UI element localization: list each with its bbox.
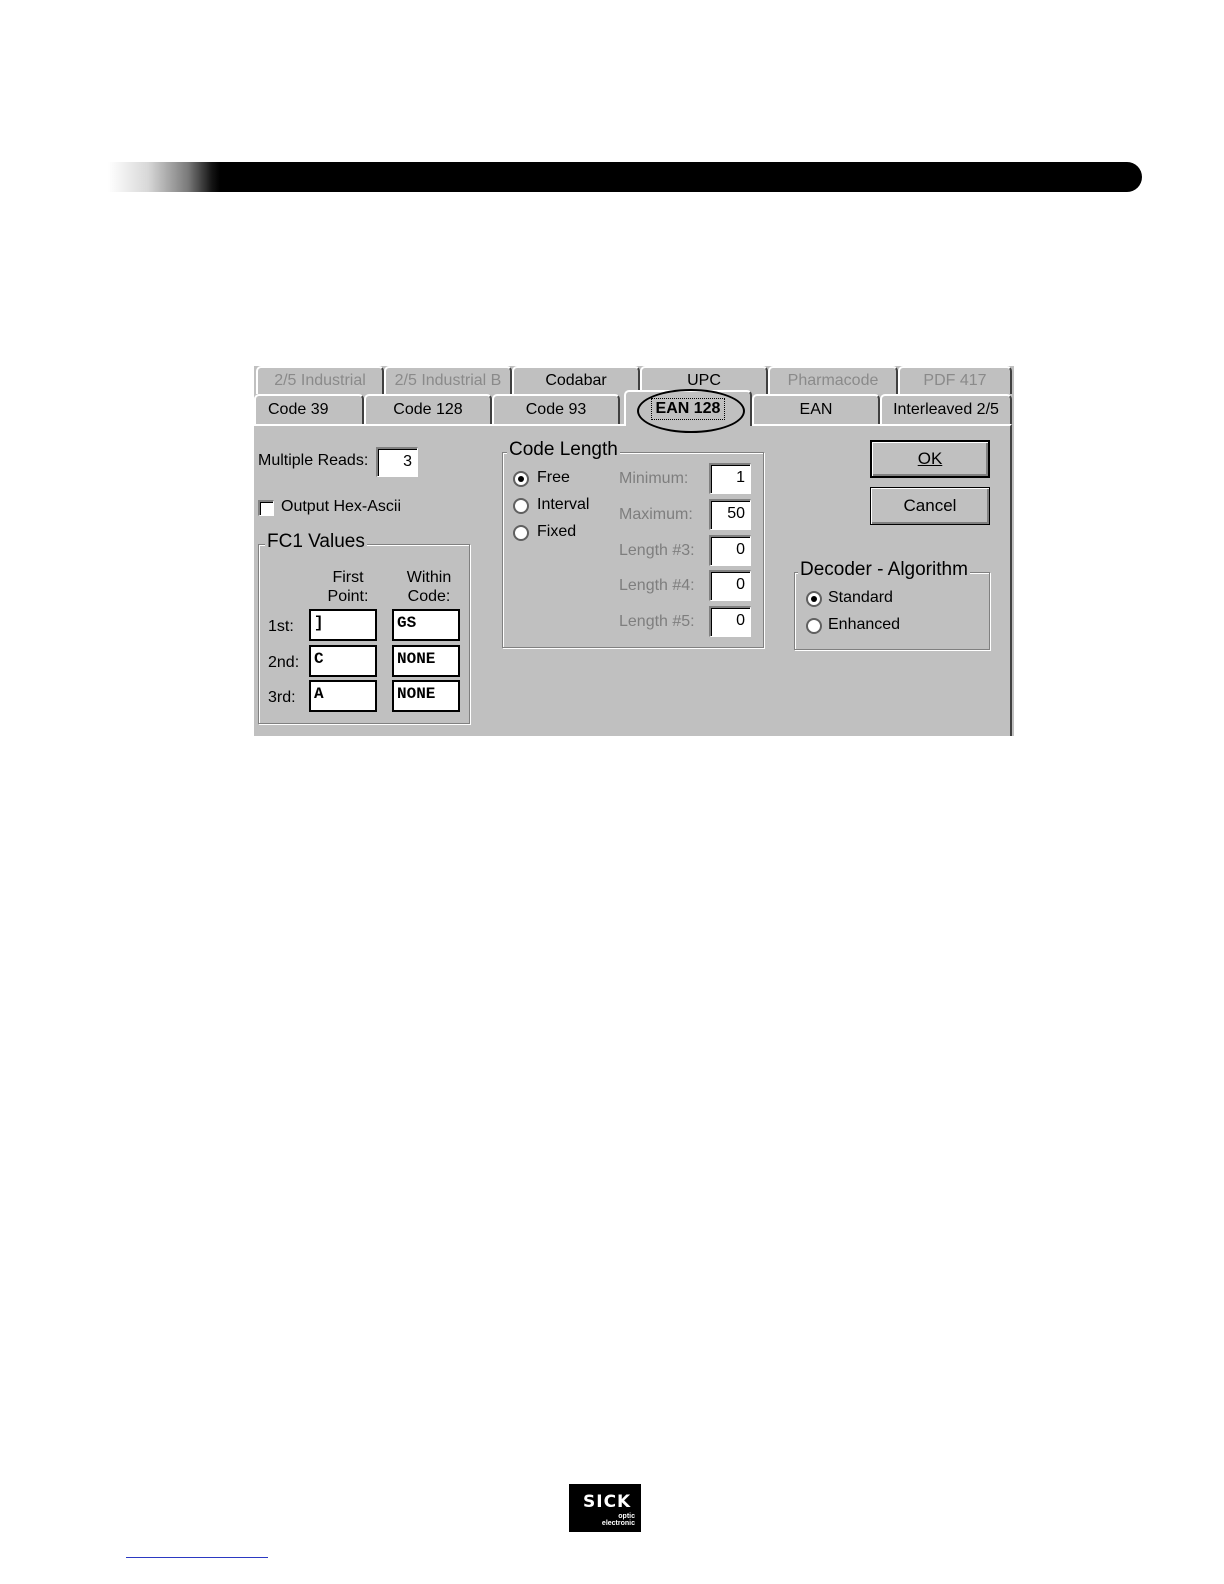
length-3-label: Length #3:: [619, 542, 695, 559]
multiple-reads-input[interactable]: 3: [376, 447, 418, 477]
fc1-2nd-within-code-input[interactable]: NONE: [392, 645, 460, 677]
radio-fixed-label: Fixed: [537, 523, 577, 540]
output-hex-ascii-label: Output Hex-Ascii: [281, 498, 402, 515]
radio-free[interactable]: [513, 471, 529, 487]
radio-free-label: Free: [537, 469, 570, 486]
tab-2-5-industrial[interactable]: 2/5 Industrial: [256, 366, 384, 394]
dialog-screenshot: 2/5 Industrial 2/5 Industrial B Codabar …: [254, 366, 1014, 736]
tab-codabar[interactable]: Codabar: [512, 366, 640, 394]
tab-code-128[interactable]: Code 128: [364, 394, 492, 424]
tab-code-93[interactable]: Code 93: [492, 394, 620, 424]
radio-enhanced[interactable]: [806, 618, 822, 634]
tab-ean[interactable]: EAN: [752, 394, 880, 424]
length-4-label: Length #4:: [619, 577, 695, 594]
fc1-row-1st-label: 1st:: [268, 618, 294, 635]
footer-rule: [126, 1557, 268, 1558]
minimum-label: Minimum:: [619, 470, 689, 487]
maximum-input[interactable]: 50: [709, 499, 751, 530]
radio-interval[interactable]: [513, 498, 529, 514]
tab-pdf-417[interactable]: PDF 417: [898, 366, 1012, 394]
tab-ean-128-label: EAN 128: [650, 398, 726, 420]
fc1-1st-within-code-input[interactable]: GS: [392, 609, 460, 641]
decoder-algorithm-title: Decoder - Algorithm: [798, 559, 970, 581]
fc1-3rd-first-point-input[interactable]: A: [309, 680, 377, 712]
minimum-input[interactable]: 1: [709, 463, 751, 494]
radio-standard[interactable]: [806, 591, 822, 607]
fc1-values-title: FC1 Values: [265, 531, 367, 553]
tab-2-5-industrial-b[interactable]: 2/5 Industrial B: [384, 366, 512, 394]
radio-interval-label: Interval: [537, 496, 590, 513]
fc1-2nd-first-point-input[interactable]: C: [309, 645, 377, 677]
first-point-header-1: First: [332, 569, 364, 586]
chapter-header-bar: [108, 162, 1142, 192]
sick-logo: SICK optic electronic: [569, 1484, 641, 1532]
length-4-input[interactable]: 0: [709, 570, 751, 601]
fc1-3rd-within-code-input[interactable]: NONE: [392, 680, 460, 712]
radio-enhanced-label: Enhanced: [828, 616, 901, 633]
radio-fixed[interactable]: [513, 525, 529, 541]
within-code-header-2: Code:: [407, 588, 451, 605]
fc1-row-2nd-label: 2nd:: [268, 654, 300, 671]
tab-pharmacode[interactable]: Pharmacode: [768, 366, 898, 394]
length-5-input[interactable]: 0: [709, 606, 751, 637]
ok-button[interactable]: OK: [870, 440, 990, 478]
multiple-reads-label: Multiple Reads:: [258, 452, 369, 469]
within-code-header-1: Within: [406, 569, 452, 586]
tab-interleaved-2-5[interactable]: Interleaved 2/5: [880, 394, 1012, 424]
length-5-label: Length #5:: [619, 613, 695, 630]
tab-ean-128[interactable]: EAN 128: [624, 390, 752, 426]
length-3-input[interactable]: 0: [709, 535, 751, 566]
fc1-row-3rd-label: 3rd:: [268, 689, 296, 706]
fc1-1st-first-point-input[interactable]: ]: [309, 609, 377, 641]
output-hex-ascii-checkbox[interactable]: [258, 500, 274, 516]
first-point-header-2: Point:: [327, 588, 369, 605]
code-length-group: Code Length Free Interval Fixed Minimum:…: [502, 439, 764, 648]
maximum-label: Maximum:: [619, 506, 693, 523]
code-length-title: Code Length: [507, 439, 620, 461]
radio-standard-label: Standard: [828, 589, 893, 606]
decoder-algorithm-group: Decoder - Algorithm Standard Enhanced: [794, 559, 990, 650]
fc1-values-group: FC1 Values First Point: Within Code: 1st…: [258, 531, 470, 724]
cancel-button[interactable]: Cancel: [870, 487, 990, 525]
tab-code-39[interactable]: Code 39: [254, 394, 364, 424]
